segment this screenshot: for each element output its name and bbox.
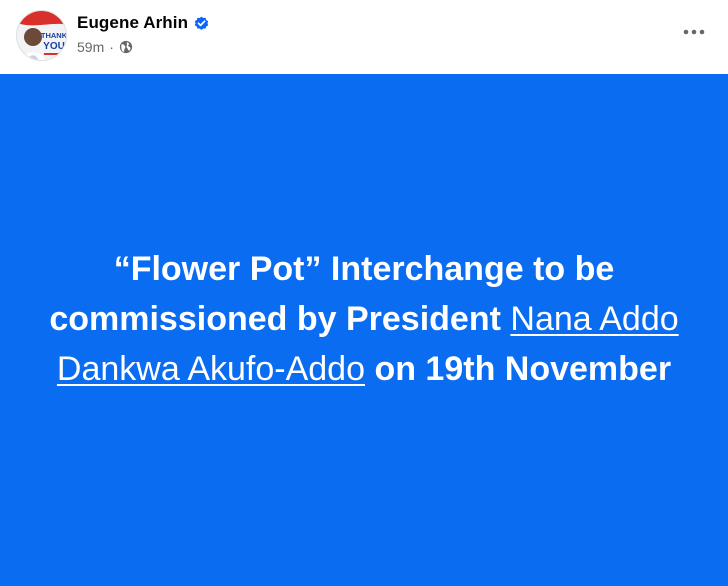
avatar-text-line2: YOU [43,41,65,52]
author-row: Eugene Arhin [77,12,209,34]
post-text-after: on 19th November [374,350,672,388]
post-text: “Flower Pot” Interchange to be commissio… [44,244,684,394]
post-background-card: “Flower Pot” Interchange to be commissio… [0,74,728,586]
more-horizontal-icon [683,29,705,35]
avatar[interactable]: THANK YOU [16,10,67,61]
post-meta: 59m · [77,38,133,56]
avatar-text-line1: THANK [41,31,67,40]
post-header: THANK YOU Eugene Arhin 59m · [0,0,728,74]
post-timestamp[interactable]: 59m [77,39,104,55]
more-options-button[interactable] [682,22,706,42]
avatar-image: THANK YOU [17,11,67,60]
verified-badge-icon [194,16,209,31]
globe-icon[interactable] [119,40,133,54]
author-name[interactable]: Eugene Arhin [77,13,188,33]
meta-separator: · [109,39,114,55]
